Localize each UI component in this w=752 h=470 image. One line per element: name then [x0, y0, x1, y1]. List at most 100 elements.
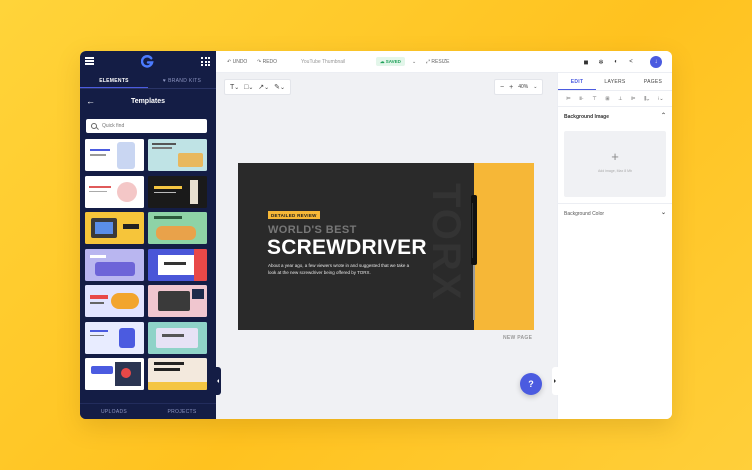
zoom-dropdown-icon[interactable]: ⌄	[533, 84, 537, 90]
download-icon: ↓	[654, 59, 658, 65]
arrow-tool-icon[interactable]: ↗⌄	[258, 83, 269, 91]
distribute-icon[interactable]: ⫼⌄	[644, 96, 649, 102]
template-thumb-8[interactable]	[148, 248, 207, 281]
zoom-toolbar: − + 40% ⌄	[494, 79, 544, 95]
template-thumb-13[interactable]	[85, 358, 144, 390]
cloud-check-icon: ☁	[380, 59, 385, 64]
right-panel: EDIT LAYERS PAGES ⊨ ⊪ ⊤ ⊞ ⊥ ⊫ ⫼⌄ ⁝⌄ Back…	[557, 73, 672, 419]
app-logo[interactable]	[141, 55, 154, 68]
align-left-icon[interactable]: ⊨	[566, 96, 570, 102]
share-icon[interactable]: <	[625, 56, 637, 68]
template-thumb-3[interactable]	[85, 175, 144, 208]
design-title[interactable]: SCREWDRIVER	[267, 236, 427, 260]
chevron-left-icon	[215, 379, 219, 383]
saved-label: SAVED	[385, 59, 401, 64]
editor-window: ELEMENTS ♥ BRAND KITS ← Templates Quick …	[80, 51, 672, 419]
download-button[interactable]: ↓	[650, 56, 662, 68]
plus-icon: +	[611, 149, 619, 164]
saved-dropdown[interactable]: ⌄	[412, 51, 416, 73]
zoom-in-icon[interactable]: +	[509, 84, 513, 91]
sidebar-bottom-tabs: UPLOADS PROJECTS	[80, 403, 216, 419]
sidebar-tabs: ELEMENTS ♥ BRAND KITS	[80, 73, 216, 89]
dropzone-hint: Add image, Max 8 Mb	[597, 169, 633, 173]
zoom-level[interactable]: 40%	[518, 84, 528, 90]
tab-uploads[interactable]: UPLOADS	[80, 404, 148, 419]
template-thumb-6[interactable]	[148, 212, 207, 244]
template-thumb-4[interactable]	[148, 175, 207, 208]
template-thumb-7[interactable]	[85, 248, 144, 281]
design-tag[interactable]: DETAILED REVIEW	[268, 211, 320, 219]
new-page-button[interactable]: NEW PAGE	[503, 335, 532, 341]
design-brand-text[interactable]: TORX	[423, 183, 468, 301]
design-body-text[interactable]: About a year ago, a few viewers wrote in…	[268, 263, 418, 276]
redo-button[interactable]: ↷ REDO	[257, 51, 277, 73]
zoom-out-icon[interactable]: −	[500, 84, 504, 91]
search-icon	[91, 123, 97, 129]
insert-toolbar: T⌄ □⌄ ↗⌄ ✎⌄	[224, 79, 291, 95]
template-thumb-11[interactable]	[85, 321, 144, 354]
search-input[interactable]	[102, 123, 202, 129]
undo-icon: ↶	[227, 59, 232, 65]
background-color-section[interactable]: Background Color ⌄	[558, 204, 672, 224]
help-button[interactable]: ?	[520, 373, 542, 395]
template-thumb-2[interactable]	[148, 139, 207, 171]
background-image-dropzone[interactable]: + Add image, Max 8 Mb	[564, 131, 666, 197]
align-top-icon[interactable]: ⊤	[592, 96, 596, 102]
undo-button[interactable]: ↶ UNDO	[227, 51, 247, 73]
templates-header: ← Templates	[80, 89, 216, 115]
saved-badge: ☁ SAVED	[376, 57, 405, 66]
resize-label: RESIZE	[431, 59, 450, 65]
align-right-icon[interactable]: ⊫	[631, 96, 635, 102]
align-middle-icon[interactable]: ⊞	[605, 96, 609, 102]
tab-brand-kits[interactable]: ♥ BRAND KITS	[148, 73, 216, 88]
canvas-area[interactable]: T⌄ □⌄ ↗⌄ ✎⌄ − + 40% ⌄ TORX DETAILED REVI…	[216, 73, 557, 419]
tab-projects[interactable]: PROJECTS	[148, 404, 216, 419]
chevron-down-icon[interactable]: ⌄	[661, 209, 666, 216]
redo-icon: ↷	[257, 59, 262, 65]
chevron-up-icon[interactable]: ⌃	[661, 112, 666, 119]
layers-icon[interactable]: ◼	[580, 56, 592, 68]
design-canvas[interactable]: TORX DETAILED REVIEW WORLD'S BEST SCREWD…	[238, 163, 534, 330]
chevron-right-icon	[554, 379, 556, 383]
background-image-section[interactable]: Background Image ⌃	[558, 107, 672, 127]
shape-tool-icon[interactable]: □⌄	[244, 84, 253, 91]
alignment-toolbar: ⊨ ⊪ ⊤ ⊞ ⊥ ⊫ ⫼⌄ ⁝⌄	[558, 91, 672, 107]
template-thumb-10[interactable]	[148, 285, 207, 317]
design-accent-panel	[474, 163, 534, 330]
tab-pages[interactable]: PAGES	[634, 73, 672, 90]
screwdriver-image[interactable]	[470, 195, 478, 320]
theme-icon[interactable]: ◐	[610, 56, 622, 68]
sidebar-header	[80, 51, 216, 73]
text-tool-icon[interactable]: T⌄	[230, 84, 239, 91]
panel-collapse-handle[interactable]	[552, 367, 558, 395]
template-search[interactable]	[86, 119, 207, 133]
align-center-icon[interactable]: ⊪	[579, 96, 583, 102]
chevron-down-icon: ⌄	[412, 59, 417, 65]
template-thumb-5[interactable]	[85, 212, 144, 244]
template-thumb-14[interactable]	[148, 358, 207, 390]
sidebar-collapse-handle[interactable]	[213, 367, 221, 395]
undo-label: UNDO	[232, 59, 248, 65]
document-name[interactable]: YouTube Thumbnail	[301, 51, 345, 73]
design-subtitle[interactable]: WORLD'S BEST	[268, 224, 357, 236]
resize-icon: ⤢	[426, 59, 431, 65]
tab-layers[interactable]: LAYERS	[596, 73, 634, 90]
heart-icon: ♥	[162, 78, 167, 84]
hamburger-menu-icon[interactable]	[85, 57, 94, 65]
template-thumb-12[interactable]	[148, 321, 207, 354]
tab-elements[interactable]: ELEMENTS	[80, 73, 148, 88]
top-bar: ↶ UNDO ↷ REDO YouTube Thumbnail ☁ SAVED …	[216, 51, 672, 73]
settings-icon[interactable]: ✻	[595, 56, 607, 68]
pen-tool-icon[interactable]: ✎⌄	[274, 83, 285, 91]
tab-brand-kits-label: BRAND KITS	[168, 78, 202, 84]
apps-grid-icon[interactable]	[201, 57, 210, 66]
redo-label: REDO	[262, 59, 278, 65]
tab-edit[interactable]: EDIT	[558, 73, 596, 90]
align-bottom-icon[interactable]: ⊥	[618, 96, 622, 102]
more-icon[interactable]: ⁝⌄	[658, 96, 664, 102]
background-image-label: Background Image	[564, 114, 610, 120]
template-grid	[85, 139, 208, 395]
template-thumb-1[interactable]	[85, 139, 144, 171]
template-thumb-9[interactable]	[85, 285, 144, 317]
resize-button[interactable]: ⤢ RESIZE	[426, 51, 449, 73]
